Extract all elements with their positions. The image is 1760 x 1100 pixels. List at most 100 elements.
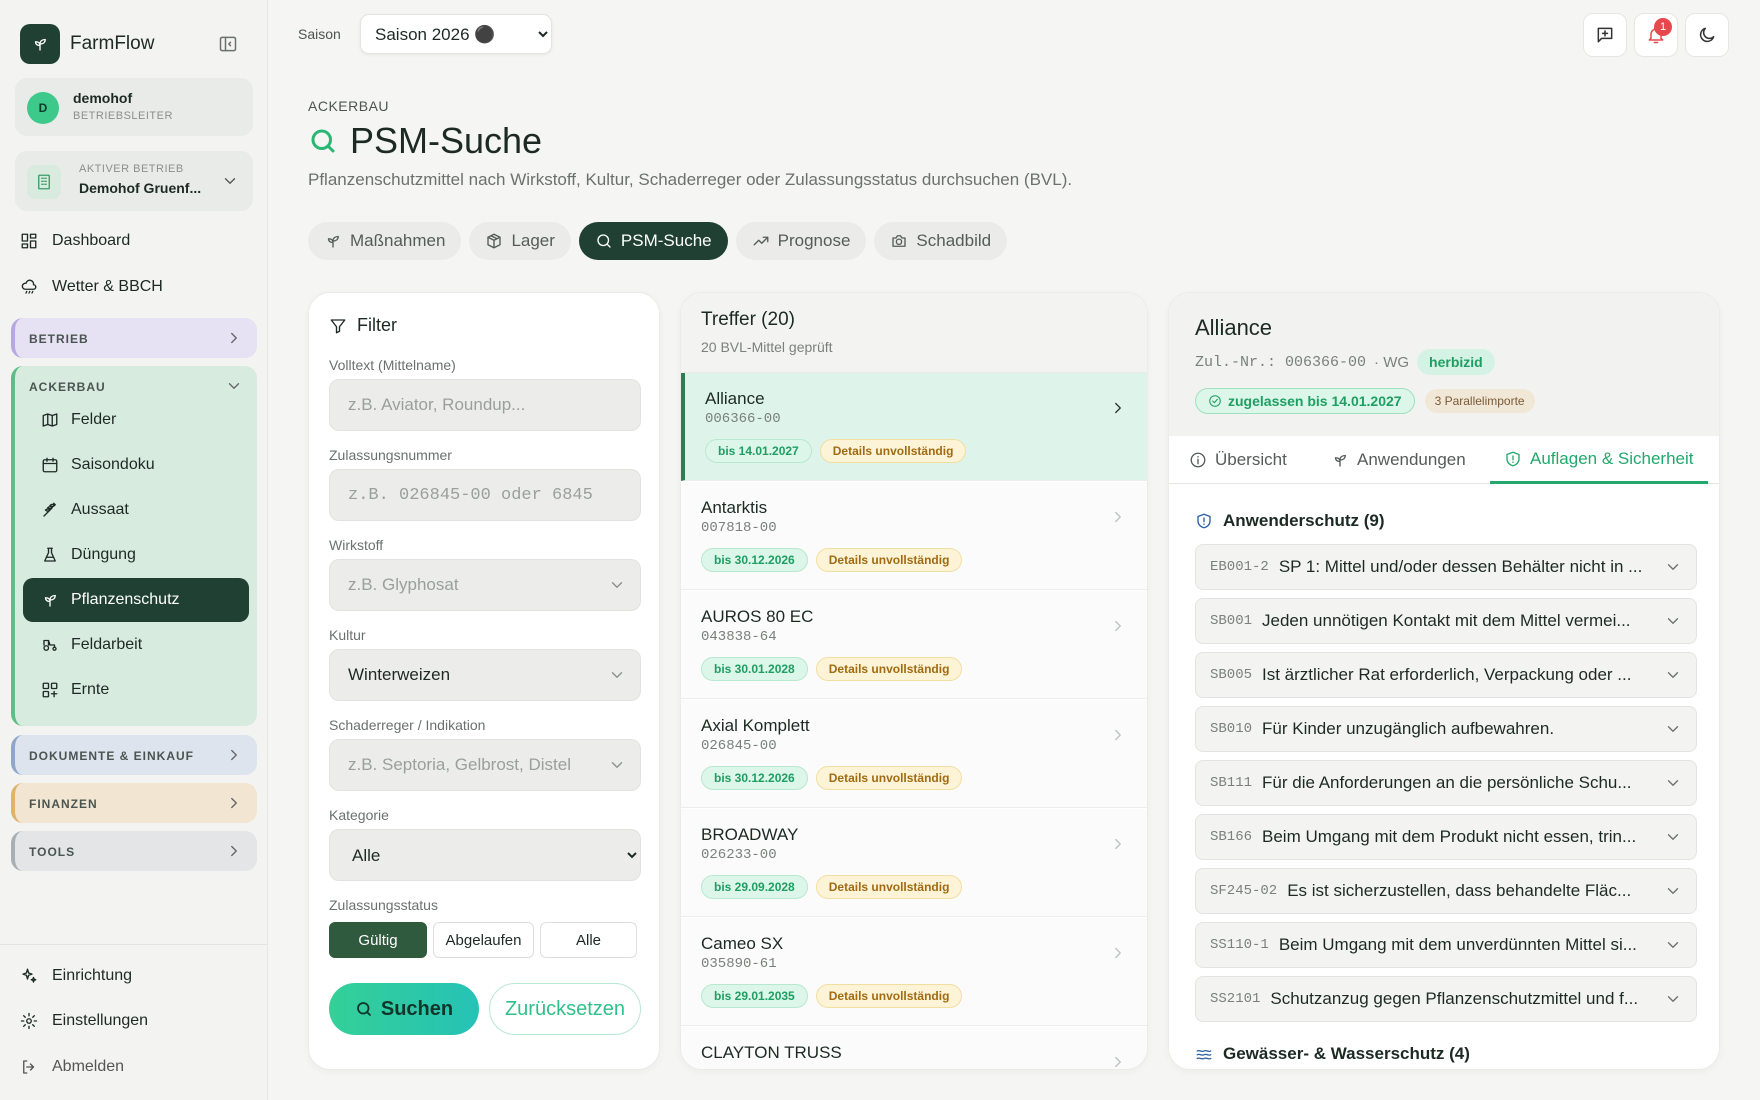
chevron-down-icon <box>1667 996 1679 1002</box>
nav-group-tools[interactable]: TOOLS <box>11 831 257 871</box>
requirement-text: Für Kinder unzugänglich aufbewahren. <box>1262 719 1555 738</box>
requirement-item[interactable]: SS2101 Schutzanzug gegen Pflanzenschutzm… <box>1195 976 1697 1022</box>
status-valid-option[interactable]: Gültig <box>329 922 427 958</box>
brand[interactable]: FarmFlow <box>20 24 154 64</box>
result-row[interactable]: BROADWAY 026233-00 bis 29.09.2028 Details… <box>681 809 1147 917</box>
status-all-option[interactable]: Alle <box>540 922 637 958</box>
avatar: D <box>27 92 59 124</box>
tab-prognose[interactable]: Prognose <box>735 222 867 260</box>
filter-panel: Filter Volltext (Mittelname) z.B. Aviato… <box>308 292 660 1070</box>
requirement-text: Ist ärztlicher Rat erforderlich, Verpack… <box>1262 665 1632 684</box>
notifications-button[interactable]: 1 <box>1634 13 1678 57</box>
nav-dashboard[interactable]: Dashboard <box>20 232 130 250</box>
nav-feldarbeit[interactable]: Feldarbeit <box>23 623 249 667</box>
tab-schadbild[interactable]: Schadbild <box>874 222 1008 260</box>
page-title: PSM-Suche <box>308 120 542 162</box>
breadcrumb: ACKERBAU <box>308 98 390 114</box>
tab-label: PSM-Suche <box>620 231 712 250</box>
requirement-item[interactable]: EB001-2 SP 1: Mittel und/oder dessen Beh… <box>1195 544 1697 590</box>
fulltext-label: Volltext (Mittelname) <box>329 357 456 373</box>
nav-pflanzenschutz[interactable]: Pflanzenschutz <box>23 578 249 622</box>
validity-badge: bis 30.12.2026 <box>701 548 808 572</box>
sprout-icon <box>327 235 339 248</box>
result-number: 026845-00 <box>701 738 777 754</box>
agent-placeholder: z.B. Glyphosat <box>348 575 459 594</box>
status-expired-option[interactable]: Abgelaufen <box>433 922 534 958</box>
info-icon <box>1190 452 1206 468</box>
tab-overview[interactable]: Übersicht <box>1189 436 1287 484</box>
requirement-item[interactable]: SB111 Für die Anforderungen an die persö… <box>1195 760 1697 806</box>
nav-felder[interactable]: Felder <box>23 398 249 442</box>
reset-button[interactable]: Zurücksetzen <box>489 983 641 1035</box>
tab-label: Schadbild <box>916 231 992 250</box>
farm-switcher[interactable]: AKTIVER BETRIEB Demohof Gruenf... <box>15 151 253 211</box>
requirement-text: Es ist sicherzustellen, dass behandelte … <box>1287 881 1632 900</box>
crop-value: Winterweizen <box>348 665 451 684</box>
requirement-code: SB005 <box>1210 667 1253 683</box>
result-row[interactable]: Axial Komplett 026845-00 bis 30.12.2026 D… <box>681 700 1147 808</box>
result-row[interactable]: CLAYTON TRUSS <box>681 1027 1147 1069</box>
incomplete-badge: Details unvollständig <box>815 548 963 572</box>
tab-lager[interactable]: Lager <box>469 222 571 260</box>
chevron-right-icon <box>1115 838 1121 850</box>
requirement-item[interactable]: SB001 Jeden unnötigen Kontakt mit dem Mi… <box>1195 598 1697 644</box>
result-row[interactable]: Alliance 006366-00 bis 14.01.2027 Details… <box>681 373 1147 481</box>
sidebar-collapse-icon[interactable] <box>218 34 238 54</box>
pest-select[interactable]: z.B. Septoria, Gelbrost, Distel <box>329 739 641 791</box>
result-tags: bis 30.12.2026 Details unvollständig <box>701 548 963 572</box>
nav-feldarbeit-label: Feldarbeit <box>71 636 143 653</box>
number-input[interactable]: z.B. 026845-00 oder 6845 <box>329 469 641 521</box>
results-panel: Treffer (20) 20 BVL-Mittel geprüft Allia… <box>680 292 1148 1070</box>
feedback-button[interactable] <box>1583 13 1627 57</box>
theme-toggle[interactable] <box>1685 13 1729 57</box>
nav-group-finanzen[interactable]: FINANZEN <box>11 783 257 823</box>
result-row[interactable]: AUROS 80 EC 043838-64 bis 30.01.2028 Deta… <box>681 591 1147 699</box>
category-select[interactable]: Alle <box>329 829 641 881</box>
result-number: 007818-00 <box>701 520 777 536</box>
crop-select[interactable]: Winterweizen <box>329 649 641 701</box>
result-row[interactable]: Antarktis 007818-00 bis 30.12.2026 Detail… <box>681 482 1147 590</box>
requirement-item[interactable]: SF245-02 Es ist sicherzustellen, dass be… <box>1195 868 1697 914</box>
tab-applications[interactable]: Anwendungen <box>1331 436 1466 484</box>
requirement-item[interactable]: SB005 Ist ärztlicher Rat erforderlich, V… <box>1195 652 1697 698</box>
chevron-down-icon <box>611 762 623 768</box>
chevron-down-icon[interactable] <box>225 377 243 395</box>
user-card[interactable]: D demohof BETRIEBSLEITER <box>15 78 253 136</box>
fulltext-input[interactable]: z.B. Aviator, Roundup... <box>329 379 641 431</box>
detail-status-row: zugelassen bis 14.01.2027 3 Parallelimpo… <box>1195 388 1535 414</box>
season-select[interactable]: Saison 2026 ⚫ <box>360 14 552 54</box>
status-badge: zugelassen bis 14.01.2027 <box>1195 388 1415 414</box>
result-number: 006366-00 <box>705 411 781 427</box>
agent-select[interactable]: z.B. Glyphosat <box>329 559 641 611</box>
requirement-code: SB166 <box>1210 829 1253 845</box>
validity-badge: bis 30.12.2026 <box>701 766 808 790</box>
chevron-right-icon <box>231 332 237 344</box>
nav-duengung[interactable]: Düngung <box>23 533 249 577</box>
nav-weather[interactable]: Wetter & BBCH <box>20 278 163 296</box>
tab-massnahmen[interactable]: Maßnahmen <box>308 222 462 260</box>
nav-group-dokumente[interactable]: DOKUMENTE & EINKAUF <box>11 735 257 775</box>
result-name: Axial Komplett <box>701 716 810 735</box>
nav-logout[interactable]: Abmelden <box>20 1058 124 1076</box>
result-row[interactable]: Cameo SX 035890-61 bis 29.01.2035 Details… <box>681 918 1147 1026</box>
nav-ernte[interactable]: Ernte <box>23 668 249 712</box>
nav-setup[interactable]: Einrichtung <box>20 967 132 985</box>
nav-saisondoku[interactable]: Saisondoku <box>23 443 249 487</box>
nav-settings[interactable]: Einstellungen <box>20 1012 148 1030</box>
requirement-item[interactable]: SS110-1 Beim Umgang mit dem unverdünnten… <box>1195 922 1697 968</box>
registration-number: Zul.-Nr.: 006366-00 <box>1195 353 1367 371</box>
chevron-right-icon <box>1115 511 1121 523</box>
tab-requirements[interactable]: Auflagen & Sicherheit <box>1490 436 1708 484</box>
detail-panel: Alliance Zul.-Nr.: 006366-00 · WG herbiz… <box>1168 292 1720 1070</box>
tab-psm-suche[interactable]: PSM-Suche <box>578 222 728 260</box>
status-label: Zulassungsstatus <box>329 897 438 913</box>
chevron-down-icon <box>611 582 623 588</box>
nav-duengung-label: Düngung <box>71 546 136 563</box>
nav-aussaat[interactable]: Aussaat <box>23 488 249 532</box>
chevron-down-icon <box>1667 564 1679 570</box>
nav-group-betrieb[interactable]: BETRIEB <box>11 318 257 358</box>
search-button[interactable]: Suchen <box>329 983 479 1035</box>
requirement-item[interactable]: SB010 Für Kinder unzugänglich aufbewahre… <box>1195 706 1697 752</box>
chevron-down-icon <box>1667 726 1679 732</box>
requirement-item[interactable]: SB166 Beim Umgang mit dem Produkt nicht … <box>1195 814 1697 860</box>
